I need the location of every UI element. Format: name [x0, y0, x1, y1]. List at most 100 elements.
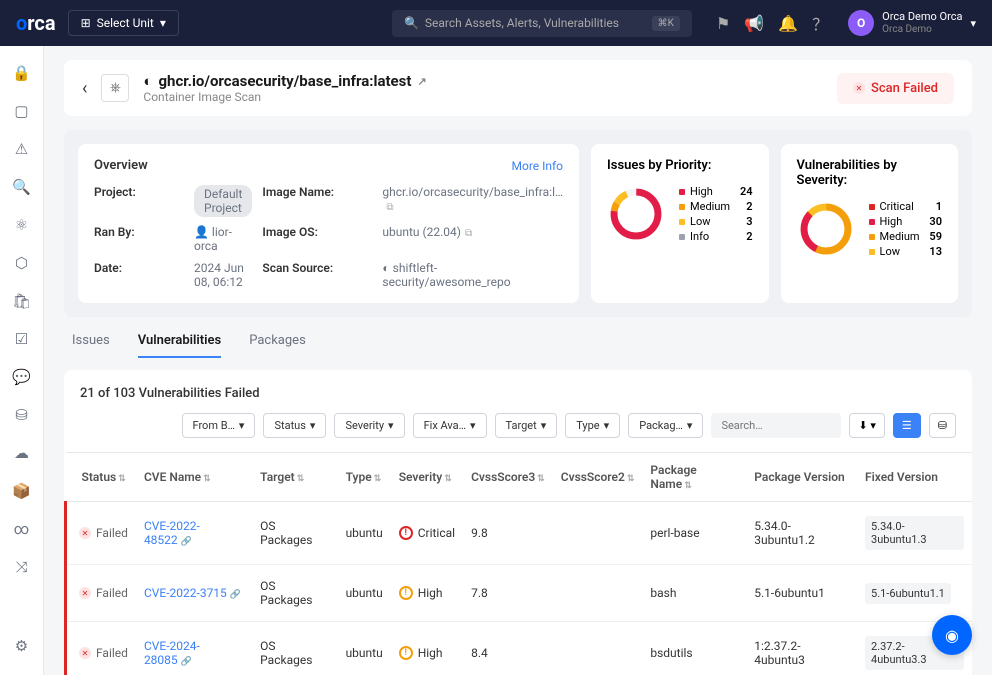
view-list-button[interactable]: ☰ [893, 413, 921, 438]
content: ‹ ⎈ ◐ ghcr.io/orcasecurity/base_infra:la… [44, 46, 992, 675]
tab-packages[interactable]: Packages [249, 333, 306, 358]
table-row[interactable]: ✕Failed CVE-2022-3715🔗 OS Packages ubunt… [66, 565, 973, 622]
check-icon[interactable]: ☑ [15, 330, 28, 348]
alert-icon[interactable]: ⚠ [15, 140, 28, 158]
filter-package[interactable]: Packag… ▾ [628, 413, 703, 438]
copy-icon[interactable]: ⧉ [465, 228, 472, 239]
bell-icon[interactable]: 🔔 [778, 14, 798, 33]
col-pkg-name[interactable]: Package Name⇅ [642, 453, 746, 502]
col-cve[interactable]: CVE Name⇅ [136, 453, 252, 502]
col-pkg-ver[interactable]: Package Version [746, 453, 857, 502]
unit-label: Select Unit [97, 16, 154, 30]
topbar: orca ⊞ Select Unit ▾ 🔍 Search Assets, Al… [0, 0, 992, 46]
ran-by-value: lior-orca [194, 225, 232, 253]
date-value: 2024 Jun 08, 06:12 [194, 261, 252, 289]
user-sub: Orca Demo [882, 24, 962, 36]
view-group-button[interactable]: ⛁ [929, 413, 956, 438]
col-cvss2[interactable]: CvssScore2⇅ [553, 453, 643, 502]
filter-target[interactable]: Target ▾ [495, 413, 558, 438]
title-text: ghcr.io/orcasecurity/base_infra:latest [158, 72, 411, 90]
issues-donut [607, 185, 665, 243]
legend-row[interactable]: Medium2 [679, 200, 752, 213]
image-name-value: ghcr.io/orcasecurity/base_infra:l… [382, 185, 563, 199]
help-icon[interactable]: ？ [812, 11, 828, 35]
tab-issues[interactable]: Issues [72, 333, 110, 358]
col-target[interactable]: Target⇅ [252, 453, 337, 502]
fail-icon: ✕ [853, 82, 865, 94]
top-icons: ⚑ 📢 🔔 ？ [716, 11, 828, 35]
filter-status[interactable]: Status ▾ [263, 413, 326, 438]
issues-priority-card: Issues by Priority: High24 Medium2 Low3 Inf… [591, 144, 768, 303]
flag-icon[interactable]: ⚑ [716, 14, 730, 33]
scan-status-badge: ✕ Scan Failed [837, 73, 954, 104]
legend-row[interactable]: Info2 [679, 230, 752, 243]
global-search[interactable]: 🔍 Search Assets, Alerts, Vulnerabilities… [392, 10, 692, 37]
vuln-table: Status⇅ CVE Name⇅ Target⇅ Type⇅ Severity… [64, 452, 972, 675]
search-icon[interactable]: 🔍 [12, 178, 31, 196]
table-row[interactable]: ✕Failed CVE-2022-48522🔗 OS Packages ubun… [66, 502, 973, 565]
box-icon[interactable]: ▢ [14, 102, 28, 120]
scan-source-value[interactable]: shiftleft-security/awesome_repo [382, 261, 510, 289]
external-link-icon[interactable]: ↗ [417, 75, 426, 88]
col-fixed[interactable]: Fixed Version [857, 453, 972, 502]
overview-card: Overview More Info Project: Default Proj… [78, 144, 579, 303]
legend-row[interactable]: Medium59 [869, 230, 942, 243]
announce-icon[interactable]: 📢 [744, 14, 764, 33]
chevron-down-icon: ▾ [160, 16, 166, 30]
lock-icon[interactable]: 🔒 [12, 64, 31, 82]
filter-severity[interactable]: Severity ▾ [334, 413, 404, 438]
col-cvss3[interactable]: CvssScore3⇅ [463, 453, 553, 502]
issues-title: Issues by Priority: [607, 158, 752, 173]
vuln-donut [797, 200, 855, 258]
header-title: ◐ ghcr.io/orcasecurity/base_infra:latest… [143, 72, 823, 104]
db-icon[interactable]: ⛁ [15, 406, 28, 424]
search-kbd: ⌘K [652, 16, 680, 31]
scan-source-label: Scan Source: [262, 261, 372, 289]
table-summary: 21 of 103 Vulnerabilities Failed [64, 386, 972, 413]
user-menu[interactable]: O Orca Demo Orca Orca Demo ▾ [848, 10, 976, 36]
filter-type[interactable]: Type ▾ [565, 413, 620, 438]
legend-row[interactable]: Low13 [869, 245, 942, 258]
search-icon: 🔍 [404, 16, 419, 30]
graph-icon[interactable]: ⚛ [15, 216, 28, 234]
download-button[interactable]: ⬇ ▾ [849, 413, 884, 438]
link-icon[interactable]: ∞ [14, 520, 29, 538]
project-value[interactable]: Default Project [194, 185, 252, 217]
search-placeholder: Search Assets, Alerts, Vulnerabilities [425, 16, 619, 30]
help-fab[interactable]: ◉ [932, 615, 972, 655]
chevron-down-icon: ▾ [970, 17, 976, 30]
table-search[interactable] [711, 413, 841, 438]
bag-icon[interactable]: 🛍 [12, 292, 31, 310]
more-info-link[interactable]: More Info [512, 159, 564, 173]
container-icon: ⎈ [101, 74, 129, 102]
shuffle-icon[interactable]: ⤨ [15, 558, 27, 576]
col-type[interactable]: Type⇅ [338, 453, 391, 502]
col-severity[interactable]: Severity⇅ [391, 453, 463, 502]
copy-icon[interactable]: ⧉ [386, 202, 393, 213]
tab-vulnerabilities[interactable]: Vulnerabilities [138, 333, 221, 358]
unit-selector[interactable]: ⊞ Select Unit ▾ [68, 10, 179, 36]
filter-from[interactable]: From B… ▾ [182, 413, 256, 438]
subtitle: Container Image Scan [143, 90, 823, 104]
project-label: Project: [94, 185, 184, 217]
user-text: Orca Demo Orca Orca Demo [882, 10, 962, 35]
image-name-label: Image Name: [262, 185, 372, 217]
table-row[interactable]: ✕Failed CVE-2024-28085🔗 OS Packages ubun… [66, 622, 973, 675]
gear-icon[interactable]: ⚙ [15, 637, 28, 655]
cloud-icon[interactable]: ☁ [14, 444, 29, 462]
legend-row[interactable]: Low3 [679, 215, 752, 228]
package-icon[interactable]: 📦 [12, 482, 31, 500]
chat-icon[interactable]: 💬 [12, 368, 31, 386]
legend-row[interactable]: High24 [679, 185, 752, 198]
github-icon: ◐ [143, 72, 152, 90]
filters: From B… ▾ Status ▾ Severity ▾ Fix Ava… ▾… [64, 413, 972, 452]
back-button[interactable]: ‹ [82, 78, 87, 99]
legend-row[interactable]: High30 [869, 215, 942, 228]
col-status[interactable]: Status⇅ [66, 453, 136, 502]
legend-row[interactable]: Critical1 [869, 200, 942, 213]
filter-fix[interactable]: Fix Ava… ▾ [413, 413, 487, 438]
page-header: ‹ ⎈ ◐ ghcr.io/orcasecurity/base_infra:la… [64, 60, 972, 116]
atom-icon[interactable]: ⬡ [15, 254, 28, 272]
ran-by-label: Ran By: [94, 225, 184, 253]
user-name: Orca Demo Orca [882, 10, 962, 23]
